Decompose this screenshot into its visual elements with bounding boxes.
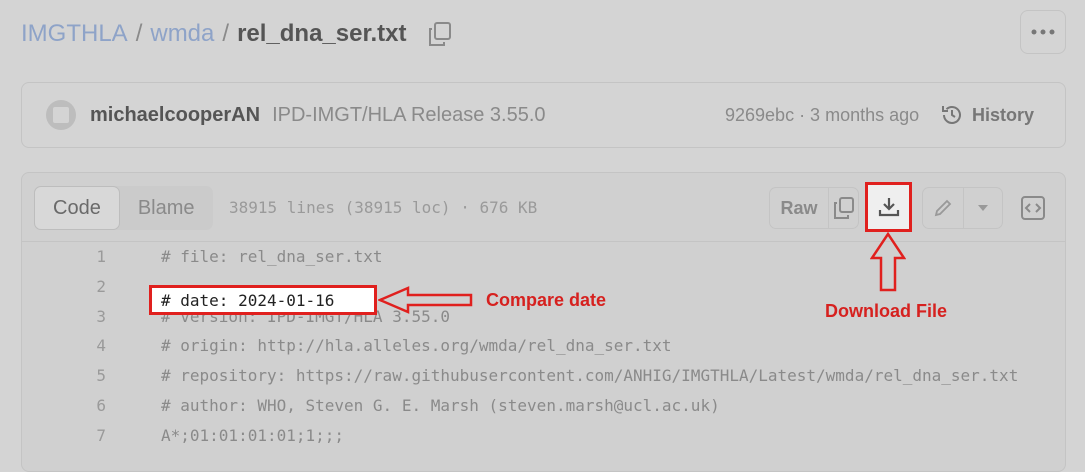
code-line: 4 # origin: http://hla.alleles.org/wmda/… bbox=[22, 331, 1065, 361]
copy-raw-button[interactable] bbox=[828, 188, 858, 228]
breadcrumb-repo-link[interactable]: IMGTHLA bbox=[21, 20, 128, 48]
history-label: History bbox=[972, 104, 1035, 125]
line-content: # file: rel_dna_ser.txt bbox=[161, 247, 383, 266]
file-toolbar: Code Blame 38915 lines (38915 loc) · 676… bbox=[22, 173, 1065, 242]
copy-icon bbox=[833, 197, 854, 219]
breadcrumb-file-name: rel_dna_ser.txt bbox=[237, 20, 407, 47]
line-number[interactable]: 6 bbox=[62, 396, 106, 415]
kebab-horizontal-icon bbox=[1031, 29, 1055, 35]
download-icon bbox=[878, 198, 899, 217]
raw-button[interactable]: Raw bbox=[770, 188, 828, 228]
history-button[interactable]: History bbox=[940, 103, 1034, 127]
download-file-label: Download File bbox=[825, 301, 948, 321]
line-content: # repository: https://raw.githubusercont… bbox=[161, 366, 1019, 386]
breadcrumb-folder-link[interactable]: wmda bbox=[150, 20, 214, 48]
more-options-button[interactable] bbox=[1020, 10, 1066, 54]
breadcrumb-separator: / bbox=[222, 20, 230, 47]
symbols-panel-button[interactable] bbox=[1012, 187, 1054, 229]
line-content: # author: WHO, Steven G. E. Marsh (steve… bbox=[161, 395, 720, 415]
history-icon bbox=[942, 106, 961, 124]
commit-message[interactable]: IPD-IMGT/HLA Release 3.55.0 bbox=[272, 104, 545, 127]
file-viewer: Code Blame 38915 lines (38915 loc) · 676… bbox=[21, 172, 1066, 472]
triangle-down-icon bbox=[978, 205, 988, 211]
code-line: 7 A*;01:01:01:01;1;;; bbox=[22, 421, 1065, 451]
line-number[interactable]: 7 bbox=[62, 426, 106, 445]
up-arrow-annotation bbox=[870, 232, 906, 292]
tab-blame[interactable]: Blame bbox=[120, 186, 213, 230]
latest-commit-bar: michaelcooperAN IPD-IMGT/HLA Release 3.5… bbox=[21, 82, 1066, 148]
commit-meta[interactable]: 9269ebc · 3 months ago bbox=[725, 105, 919, 126]
commit-author[interactable]: michaelcooperAN bbox=[90, 104, 260, 127]
file-info: 38915 lines (38915 loc) · 676 KB bbox=[229, 198, 538, 217]
edit-file-button[interactable] bbox=[923, 188, 963, 228]
copy-icon bbox=[428, 22, 451, 46]
tab-code[interactable]: Code bbox=[34, 186, 120, 230]
pencil-icon bbox=[934, 199, 952, 217]
line-content: A*;01:01:01:01;1;;; bbox=[161, 425, 345, 445]
line-number[interactable]: 5 bbox=[62, 366, 106, 385]
line-number[interactable]: 4 bbox=[62, 336, 106, 355]
view-mode-toggle: Code Blame bbox=[34, 186, 213, 230]
code-line: 6 # author: WHO, Steven G. E. Marsh (ste… bbox=[22, 391, 1065, 421]
code-line: 1 # file: rel_dna_ser.txt bbox=[22, 242, 1065, 272]
breadcrumb-separator: / bbox=[135, 20, 143, 47]
download-raw-file-button[interactable] bbox=[865, 182, 912, 232]
left-arrow-annotation bbox=[378, 286, 473, 314]
line-number[interactable]: 1 bbox=[62, 247, 106, 266]
code-square-icon bbox=[1021, 196, 1045, 220]
breadcrumb: IMGTHLA / wmda / rel_dna_ser.txt bbox=[21, 14, 453, 54]
line-number[interactable]: 2 bbox=[62, 277, 106, 296]
copy-path-button[interactable] bbox=[427, 21, 453, 47]
avatar[interactable] bbox=[46, 100, 76, 130]
line-content: # origin: http://hla.alleles.org/wmda/re… bbox=[161, 336, 672, 356]
edit-dropdown-button[interactable] bbox=[963, 188, 1002, 228]
raw-copy-group: Raw bbox=[769, 187, 859, 229]
code-line: 5 # repository: https://raw.githubuserco… bbox=[22, 361, 1065, 391]
code-view: 1 # file: rel_dna_ser.txt 2 3 # version:… bbox=[22, 242, 1065, 451]
line-number[interactable]: 3 bbox=[62, 307, 106, 326]
highlighted-date-line: # date: 2024-01-16 bbox=[149, 285, 377, 315]
compare-date-label: Compare date bbox=[486, 290, 607, 310]
edit-group bbox=[922, 187, 1003, 229]
